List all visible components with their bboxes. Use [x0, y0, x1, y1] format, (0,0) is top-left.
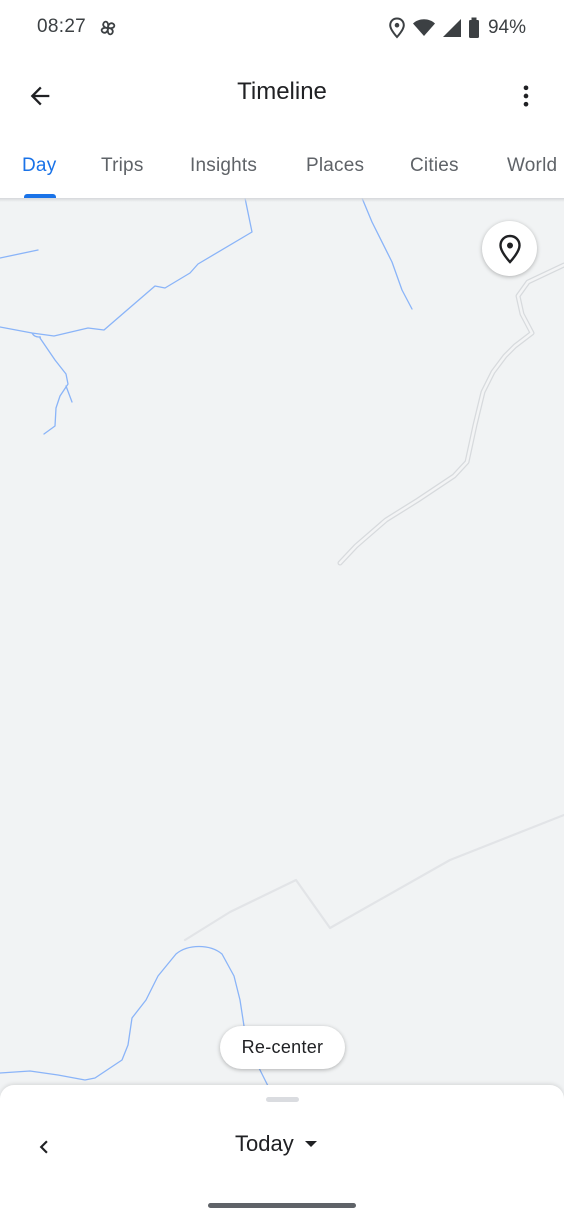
more-options-button[interactable] [502, 72, 550, 120]
map-stream [361, 198, 413, 310]
map-stream [257, 1065, 269, 1087]
system-gesture-bar[interactable] [208, 1203, 356, 1208]
map-stream [0, 945, 245, 1081]
status-icons: 94% [388, 15, 526, 41]
previous-day-button[interactable] [20, 1123, 68, 1171]
map-view[interactable] [0, 198, 564, 1098]
battery-icon [468, 17, 480, 39]
location-button[interactable] [482, 221, 537, 276]
arrow-drop-down-icon [304, 1141, 317, 1147]
map-stream [0, 249, 39, 259]
map-road [183, 813, 564, 942]
page-title: Timeline [237, 78, 327, 105]
tab-insights[interactable]: Insights [190, 155, 257, 177]
recenter-button[interactable]: Re-center [220, 1026, 345, 1069]
fan-icon [96, 16, 120, 40]
sheet-drag-handle[interactable] [266, 1097, 299, 1102]
tab-places[interactable]: Places [306, 155, 364, 177]
date-selector[interactable]: Today [235, 1131, 320, 1157]
map-stream [65, 385, 73, 403]
more-vert-icon [523, 85, 529, 107]
tab-bar: Day Trips Insights Places Cities World [0, 136, 564, 198]
tab-trips[interactable]: Trips [101, 155, 144, 177]
app-bar: Timeline [0, 56, 564, 136]
tab-world[interactable]: World [507, 155, 557, 177]
map-road [337, 262, 564, 566]
chevron-left-icon [39, 1140, 48, 1154]
location-pin-icon [498, 234, 521, 264]
status-time: 08:27 [37, 16, 87, 37]
tab-day[interactable]: Day [22, 155, 56, 177]
wifi-icon [412, 17, 436, 39]
status-bar: 08:27 94% [0, 0, 564, 56]
tab-cities[interactable]: Cities [410, 155, 459, 177]
map-stream [0, 198, 253, 337]
battery-percentage: 94% [487, 17, 526, 38]
tab-bar-shadow [0, 198, 564, 202]
date-label: Today [235, 1131, 294, 1156]
location-icon [388, 17, 406, 39]
date-bottom-sheet: Today [0, 1085, 564, 1222]
timeline-screen: 08:27 94% Timeline Day Trips Insights Pl… [0, 0, 564, 1222]
map-stream [31, 332, 69, 435]
map-canvas [0, 198, 564, 1087]
signal-icon [442, 17, 462, 39]
